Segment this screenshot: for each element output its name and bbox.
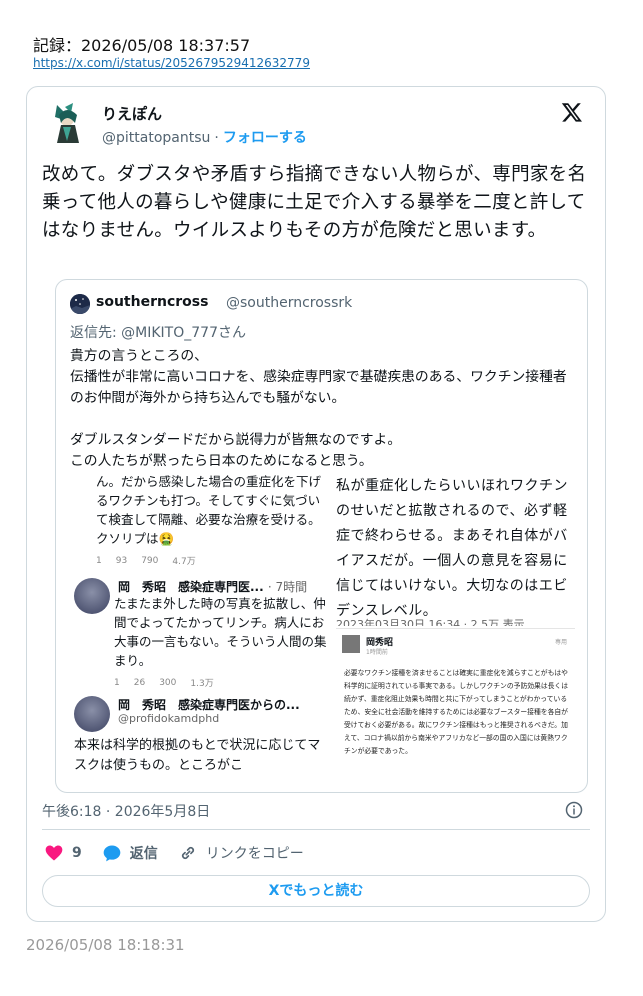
media-screenshot-left[interactable]: ん。だから感染した場合の重症化を下げるワクチンも打つ。そしてすぐに気づいて検査し…	[70, 474, 332, 780]
x-logo-icon[interactable]	[561, 101, 583, 123]
reply-label: 返信	[129, 846, 158, 862]
record-label: 記録：2026/05/08 18:37:57	[33, 36, 251, 55]
reply-button[interactable]: 返信	[102, 843, 158, 863]
divider	[42, 829, 590, 830]
author-handle-row: @pittatopantsu · フォローする	[102, 127, 307, 147]
screenshot-post-3-name: 岡 秀昭 感染症専門医からの...	[118, 698, 300, 712]
tweet-text: 改めて。ダブスタや矛盾すら指摘できない人物らが、専門家を名乗って他人の暮らしや健…	[42, 164, 587, 241]
read-more-button[interactable]: Xでもっと読む	[42, 875, 590, 907]
author-name[interactable]: りえぽん	[102, 103, 162, 124]
screenshot-right-top-date: 2023年03月30日 16:34 · 2.5万 表示	[336, 618, 525, 626]
screenshot-post-top-metrics: 1 93 790 4.7万	[96, 554, 328, 568]
tweet-card: りえぽん @pittatopantsu · フォローする 改めて。ダブスタや矛盾すら…	[26, 86, 606, 922]
retweet-count: 26	[133, 677, 146, 688]
reply-icon	[103, 845, 121, 862]
media-screenshot-right-top[interactable]: 私が重症化したらいいほれワクチンのせいだと拡散されるので、必ず軽症で終わらせる。…	[336, 474, 575, 626]
screenshot-post-3-text: 本来は科学的根拠のもとで状況に応じてマスクは使うもの。ところがこ	[74, 738, 321, 773]
heart-icon	[45, 845, 63, 861]
copy-link-button[interactable]: リンクをコピー	[178, 843, 304, 863]
screenshot-post-3-handle: @profidokamdphd	[118, 712, 220, 725]
reply-count: 1	[114, 677, 120, 688]
like-count: 9	[72, 845, 82, 861]
media-screenshot-right-bottom[interactable]: 岡秀昭 1時間前 専用 必要なワクチン接種を済ませることは確実に重症化を減らすこ…	[336, 628, 575, 780]
screenshot-right-bottom-text: 必要なワクチン接種を済ませることは確実に重症化を減らすことがもはや科学的に証明さ…	[344, 669, 569, 755]
screenshot-post-top: ん。だから感染した場合の重症化を下げるワクチンも打つ。そしてすぐに気づいて検査し…	[96, 474, 328, 567]
retweet-count: 93	[115, 555, 128, 566]
quote-author-handle: @southerncrossrk	[226, 295, 353, 311]
screenshot-post-top-text: ん。だから感染した場合の重症化を下げるワクチンも打つ。そしてすぐに気づいて検査し…	[96, 474, 322, 546]
avatar	[342, 635, 360, 653]
view-count: 4.7万	[172, 557, 196, 567]
action-bar: 9 返信 リンクをコピー	[44, 843, 324, 863]
link-icon	[181, 846, 194, 860]
screenshot-post-3: 岡 秀昭 感染症専門医からの... @profidokamdphd 本来は科学的…	[74, 696, 330, 780]
record-url-link[interactable]: https://x.com/i/status/20526795294126327…	[33, 56, 310, 70]
screenshot-right-bottom-time: 1時間前	[366, 649, 388, 656]
copy-link-label: リンクをコピー	[205, 846, 304, 862]
quote-author-avatar	[70, 294, 90, 314]
quote-text: 貴方の言うところの、 伝播性が非常に高いコロナを、感染症専門家で基礎疾患のある、…	[70, 348, 567, 469]
follow-button[interactable]: フォローする	[223, 130, 307, 146]
avatar	[74, 696, 110, 732]
quoted-tweet[interactable]: southerncross @southerncrossrk 返信先: @MIK…	[55, 279, 588, 793]
screenshot-right-bottom-extra: 専用	[554, 639, 567, 646]
screenshot-post-2: 岡 秀昭 感染症専門医... · 7時間 たまたま外した時の写真を拡散し、仲間で…	[74, 578, 330, 689]
screenshot-post-2-text: たまたま外した時の写真を拡散し、仲間でよってたかってリンチ。病人にお大事の一言も…	[114, 596, 327, 668]
reply-count: 1	[96, 555, 102, 566]
like-button[interactable]: 9	[44, 843, 82, 863]
view-count: 1.3万	[190, 679, 214, 689]
separator-dot: ·	[214, 130, 219, 146]
screenshot-post-2-name: 岡 秀昭 感染症専門医... · 7時間	[118, 580, 308, 594]
info-icon[interactable]	[565, 801, 583, 819]
like-count: 300	[159, 677, 177, 688]
screenshot-right-top-text: 私が重症化したらいいほれワクチンのせいだと拡散されるので、必ず軽症で終わらせる。…	[336, 478, 568, 619]
author-handle[interactable]: @pittatopantsu	[102, 130, 210, 146]
tweet-timestamp[interactable]: 午後6:18 · 2026年5月8日	[42, 801, 210, 821]
quote-media-grid[interactable]: ん。だから感染した場合の重症化を下げるワクチンも打つ。そしてすぐに気づいて検査し…	[70, 474, 575, 780]
author-avatar[interactable]	[49, 101, 87, 145]
quote-reply-to: 返信先: @MIKITO_777さん	[70, 325, 246, 341]
screenshot-post-2-metrics: 1 26 300 1.3万	[114, 676, 214, 690]
like-count: 790	[141, 555, 159, 566]
avatar	[74, 578, 110, 614]
quote-author-name: southerncross	[96, 294, 209, 310]
footer-timestamp: 2026/05/08 18:18:31	[26, 936, 185, 954]
